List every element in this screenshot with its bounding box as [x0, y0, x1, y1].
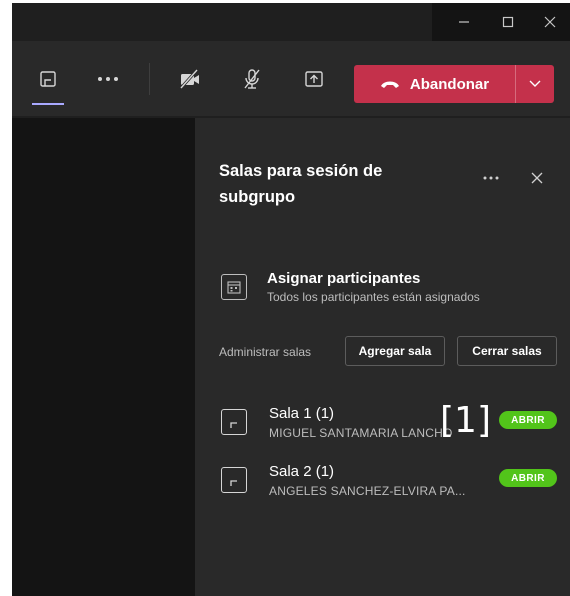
room-item[interactable]: Sala 1 (1) MIGUEL SANTAMARIA LANCHO ABRI…	[219, 401, 564, 447]
close-icon	[531, 172, 543, 184]
room-open-badge: ABRIR	[499, 411, 557, 429]
assign-participants-title: Asignar participantes	[267, 270, 421, 287]
room-member: ANGELES SANCHEZ-ELVIRA PA...	[269, 484, 466, 498]
camera-off-icon	[179, 69, 199, 89]
panel-title: Salas para sesión de subgrupo	[219, 162, 383, 206]
meeting-toolbar: Abandonar	[12, 41, 570, 117]
camera-toggle-button[interactable]	[172, 61, 208, 97]
breakout-rooms-icon	[40, 71, 56, 87]
maximize-icon	[502, 16, 514, 28]
assign-participants-status: Todos los participantes están asignados	[267, 290, 480, 304]
minimize-icon	[459, 21, 469, 23]
close-rooms-button[interactable]: Cerrar salas	[457, 336, 557, 366]
more-options-icon	[98, 77, 118, 81]
more-options-icon	[483, 176, 499, 180]
minimize-button[interactable]	[442, 3, 486, 41]
toolbar-divider	[149, 63, 150, 95]
share-screen-button[interactable]	[296, 61, 332, 97]
panel-more-button[interactable]	[479, 166, 503, 190]
room-name: Sala 2 (1)	[269, 463, 335, 480]
teams-window: Abandonar Salas para sesión de subgrupo	[12, 3, 570, 596]
hang-up-icon	[380, 81, 399, 88]
calendar-assign-icon	[221, 274, 247, 300]
leave-button[interactable]: Abandonar	[354, 65, 515, 103]
meeting-stage	[12, 118, 195, 596]
maximize-button[interactable]	[486, 3, 530, 41]
room-item[interactable]: Sala 2 (1) ANGELES SANCHEZ-ELVIRA PA... …	[219, 459, 564, 505]
room-icon	[221, 467, 247, 493]
more-options-button[interactable]	[90, 61, 126, 97]
room-icon	[221, 409, 247, 435]
leave-options-button[interactable]	[516, 65, 554, 103]
add-room-button[interactable]: Agregar sala	[345, 336, 445, 366]
assign-participants-row[interactable]: Asignar participantes Todos los particip…	[219, 268, 559, 312]
close-icon	[544, 16, 556, 28]
panel-close-button[interactable]	[525, 166, 549, 190]
manage-rooms-label: Administrar salas	[219, 345, 312, 359]
annotation-marker: [1]	[440, 400, 491, 441]
mic-off-icon	[244, 69, 260, 89]
leave-button-label: Abandonar	[409, 75, 490, 93]
share-screen-icon	[305, 71, 323, 87]
breakout-rooms-button[interactable]	[30, 61, 66, 97]
active-tab-indicator	[32, 103, 64, 105]
chevron-down-icon	[529, 80, 541, 87]
room-open-badge: ABRIR	[499, 469, 557, 487]
title-bar	[12, 3, 570, 41]
microphone-toggle-button[interactable]	[234, 61, 270, 97]
leave-button-group: Abandonar	[354, 65, 554, 103]
breakout-rooms-panel: Salas para sesión de subgrupo Asignar pa…	[195, 118, 570, 596]
window-close-button[interactable]	[528, 3, 570, 41]
manage-rooms-row: Administrar salas Agregar sala Cerrar sa…	[219, 336, 564, 368]
room-name: Sala 1 (1)	[269, 405, 335, 422]
